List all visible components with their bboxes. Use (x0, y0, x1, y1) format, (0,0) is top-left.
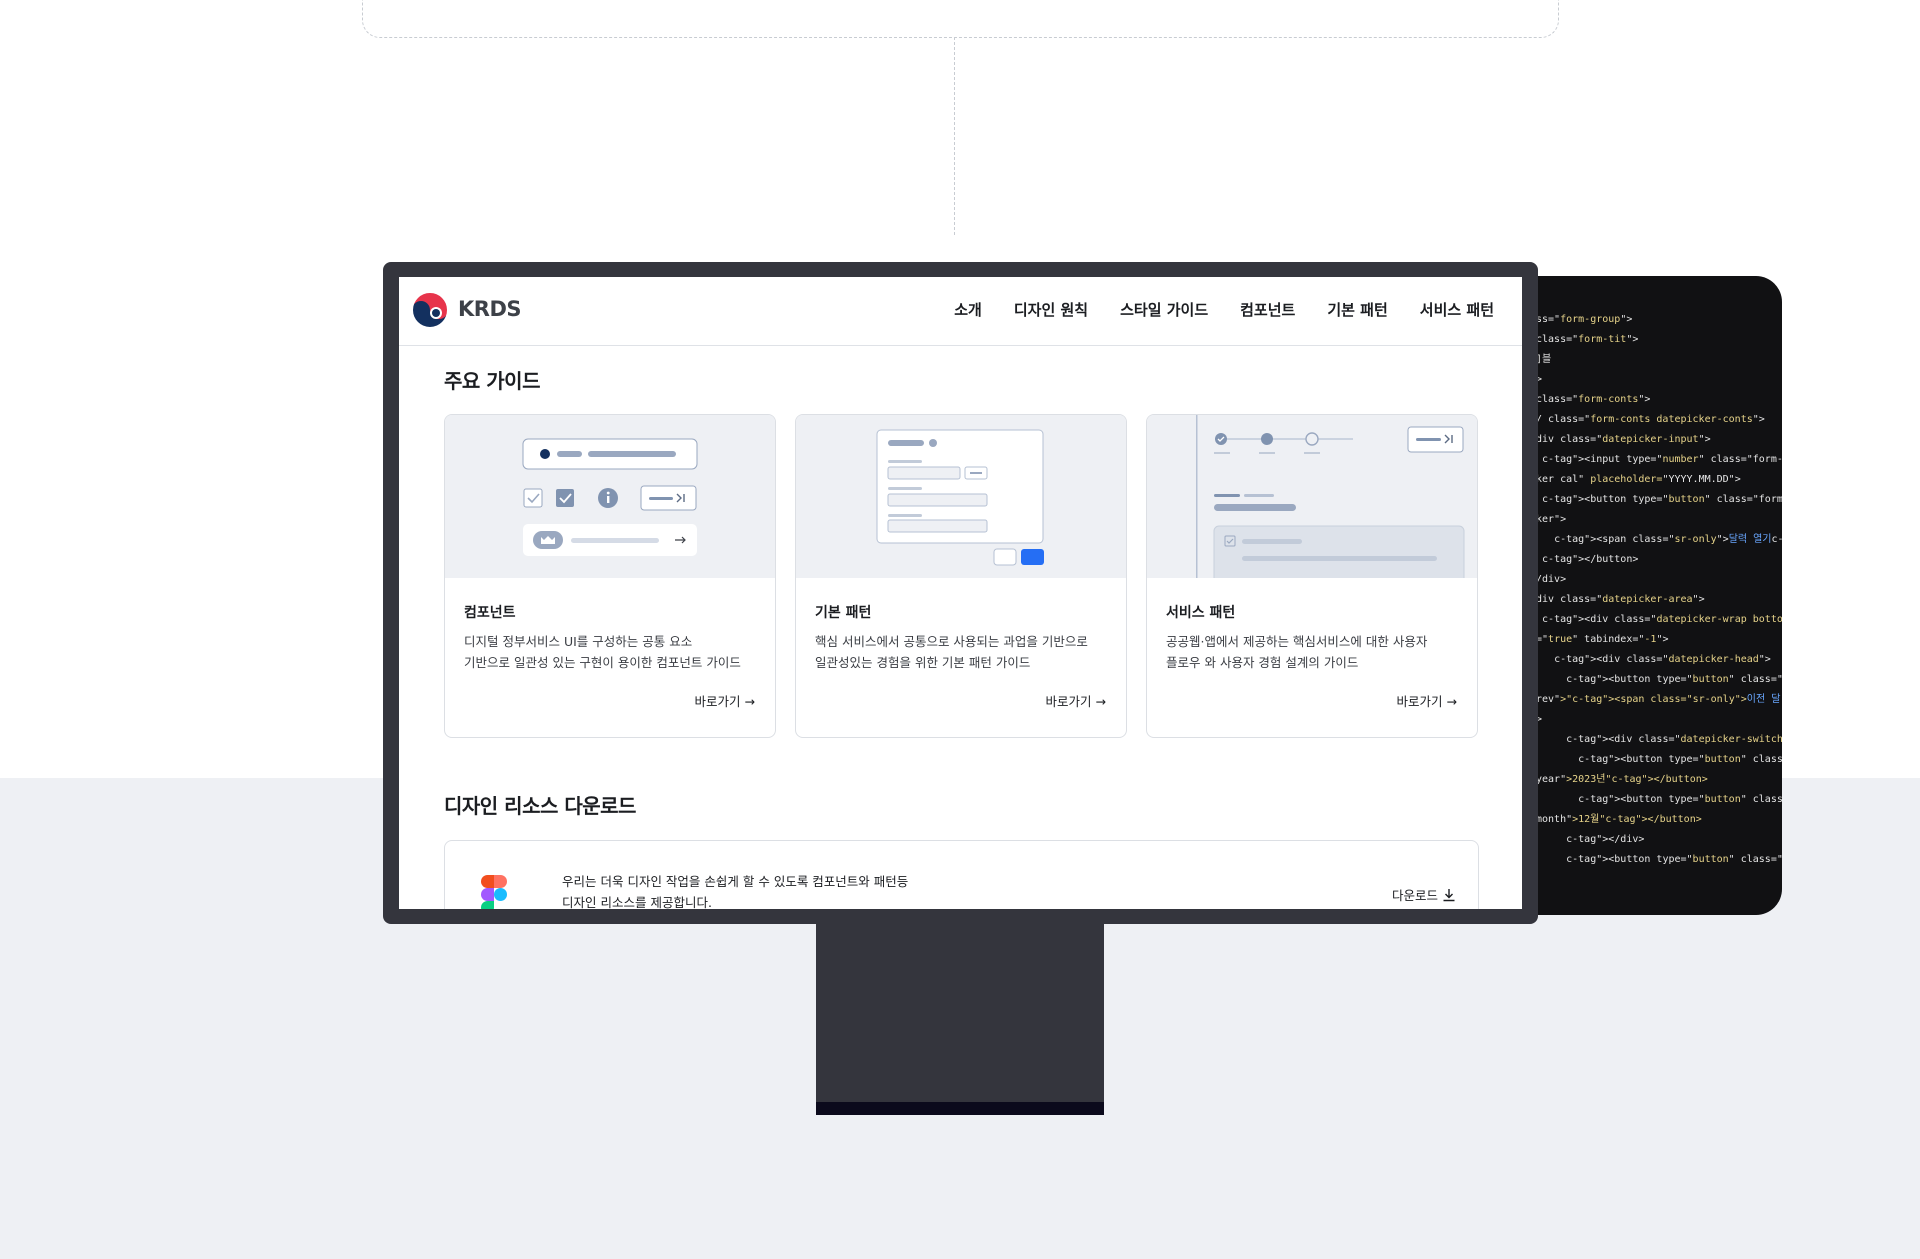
code-line: > (1536, 374, 1543, 385)
monitor-screen: KRDS 소개 디자인 원칙 스타일 가이드 컴포넌트 기본 패턴 서비스 패턴… (399, 277, 1522, 909)
arrow-right-icon: → (744, 694, 755, 709)
card-title: 기본 패턴 (815, 605, 872, 621)
code-line: div class="datepicker-area"> (1536, 594, 1705, 605)
monitor-stand (816, 924, 1104, 1102)
card-description: 핵심 서비스에서 공통으로 사용되는 과업을 기반으로 일관성있는 경험을 위한… (815, 631, 1115, 673)
code-line: month">12월"c-tag"></button> (1536, 814, 1702, 825)
nav-item-basic-patterns[interactable]: 기본 패턴 (1327, 299, 1387, 320)
download-icon (1443, 889, 1455, 902)
code-line: ss="form-group"> (1536, 314, 1633, 325)
code-line: rev">"c-tag"><span class="sr-only">이전 달"… (1536, 694, 1782, 705)
section-title-design-resources: 디자인 리소스 다운로드 (444, 794, 636, 818)
card-link-shortcut[interactable]: 바로가기 → (1397, 691, 1457, 710)
code-line: > (1536, 714, 1543, 725)
nav-item-intro[interactable]: 소개 (954, 299, 982, 320)
code-line: ="true" tabindex="-1"> (1536, 634, 1669, 645)
service-patterns-illustration (1147, 415, 1477, 578)
guide-card-basic-patterns[interactable]: 기본 패턴 핵심 서비스에서 공통으로 사용되는 과업을 기반으로 일관성있는 … (795, 414, 1127, 738)
dashed-connector (954, 37, 955, 235)
figma-icon (481, 875, 507, 909)
card-title: 컴포넌트 (464, 605, 516, 621)
components-illustration (445, 415, 775, 578)
code-line: ]블 (1536, 354, 1552, 365)
nav-item-style-guide[interactable]: 스타일 가이드 (1120, 299, 1208, 320)
basic-patterns-illustration (796, 415, 1126, 578)
code-line: c-tag"></button> (1542, 554, 1639, 565)
download-button[interactable]: 다운로드 (1392, 885, 1456, 904)
code-line: class="form-tit"> (1536, 334, 1639, 345)
code-line: c-tag"><div class="datepicker-switch-wra… (1566, 734, 1782, 745)
card-description: 디지털 정부서비스 UI를 구성하는 공통 요소 기반으로 일관성 있는 구현이… (464, 631, 764, 673)
nav-item-service-patterns[interactable]: 서비스 패턴 (1420, 299, 1494, 320)
card-link-shortcut[interactable]: 바로가기 → (1046, 691, 1106, 710)
card-description-line: 디지털 정부서비스 UI를 구성하는 공통 요소 (464, 634, 693, 649)
card-description-line: 공공웹·앱에서 제공하는 핵심서비스에 대한 사용자 (1166, 634, 1428, 649)
card-description-line: 기반으로 일관성 있는 구현이 용이한 컴포넌트 가이드 (464, 655, 741, 670)
site-header: KRDS 소개 디자인 원칙 스타일 가이드 컴포넌트 기본 패턴 서비스 패턴 (399, 277, 1522, 346)
code-lines: ss="form-group"> class="form-tit"> ]블 > clas… (1536, 310, 1782, 870)
arrow-right-icon: → (1446, 694, 1457, 709)
monitor-stand-base (816, 1102, 1104, 1115)
code-line: c-tag"><div class="datepicker-head"> (1554, 654, 1771, 665)
resource-download-row: 우리는 더욱 디자인 작업을 손쉽게 할 수 있도록 컴포넌트와 패턴등 디자인… (444, 840, 1479, 909)
code-line: year">2023년"c-tag"></button> (1536, 774, 1708, 785)
resource-description-line: 우리는 더욱 디자인 작업을 손쉽게 할 수 있도록 컴포넌트와 패턴등 (562, 874, 909, 889)
taegeuk-logo-icon (411, 291, 449, 329)
logo-text[interactable]: KRDS (458, 297, 522, 321)
code-line: c-tag"><button type="button" class="btn-… (1578, 794, 1782, 805)
arrow-right-icon: → (1095, 694, 1106, 709)
code-line: c-tag"><button type="button" class="btn-… (1578, 754, 1782, 765)
resource-description-line: 디자인 리소스를 제공합니다. (562, 895, 712, 909)
code-line: c-tag"><button type="button" class="btn-… (1566, 854, 1782, 865)
guide-card-service-patterns[interactable]: 서비스 패턴 공공웹·앱에서 제공하는 핵심서비스에 대한 사용자 플로우 와 … (1146, 414, 1478, 738)
card-description: 공공웹·앱에서 제공하는 핵심서비스에 대한 사용자 플로우 와 사용자 경험 … (1166, 631, 1466, 673)
card-description-line: 플로우 와 사용자 경험 설계의 가이드 (1166, 655, 1359, 670)
code-line: ker"> (1536, 514, 1567, 525)
code-panel: ss="form-group"> class="form-tit"> ]블 > clas… (1500, 276, 1782, 915)
card-link-label: 바로가기 (1045, 694, 1092, 709)
code-line: class="form-conts"> (1536, 394, 1651, 405)
card-link-label: 바로가기 (1396, 694, 1443, 709)
code-line: c-tag"><input type="number" class="form-… (1542, 454, 1782, 465)
code-line: ker cal" placeholder="YYYY.MM.DD"> (1536, 474, 1741, 485)
code-line: c-tag"><div class="datepicker-wrap botto… (1542, 614, 1782, 625)
code-line: c-tag"></div> (1566, 834, 1645, 845)
card-description-line: 핵심 서비스에서 공통으로 사용되는 과업을 기반으로 (815, 634, 1088, 649)
code-line: c-tag"><button type="button" class="form… (1542, 494, 1782, 505)
code-line: /div> (1536, 574, 1567, 585)
dashed-frame (362, 0, 1559, 38)
code-line: c-tag"><span class="sr-only">달력 열기c-tag"… (1554, 534, 1782, 545)
code-line: c-tag"><button type="button" class="btn-… (1566, 674, 1782, 685)
resource-description: 우리는 더욱 디자인 작업을 손쉽게 할 수 있도록 컴포넌트와 패턴등 디자인… (562, 871, 908, 909)
card-link-label: 바로가기 (694, 694, 741, 709)
main-nav: 소개 디자인 원칙 스타일 가이드 컴포넌트 기본 패턴 서비스 패턴 (954, 299, 1494, 320)
guide-card-components[interactable]: 컴포넌트 디지털 정부서비스 UI를 구성하는 공통 요소 기반으로 일관성 있… (444, 414, 776, 738)
nav-item-components[interactable]: 컴포넌트 (1240, 299, 1295, 320)
card-description-line: 일관성있는 경험을 위한 기본 패턴 가이드 (815, 655, 1031, 670)
nav-item-design-principles[interactable]: 디자인 원칙 (1014, 299, 1088, 320)
code-line: / class="form-conts datepicker-conts"> (1536, 414, 1765, 425)
download-label: 다운로드 (1392, 888, 1439, 903)
card-title: 서비스 패턴 (1166, 605, 1236, 621)
code-line: div class="datepicker-input"> (1536, 434, 1711, 445)
section-title-main-guides: 주요 가이드 (444, 369, 540, 393)
card-link-shortcut[interactable]: 바로가기 → (695, 691, 755, 710)
